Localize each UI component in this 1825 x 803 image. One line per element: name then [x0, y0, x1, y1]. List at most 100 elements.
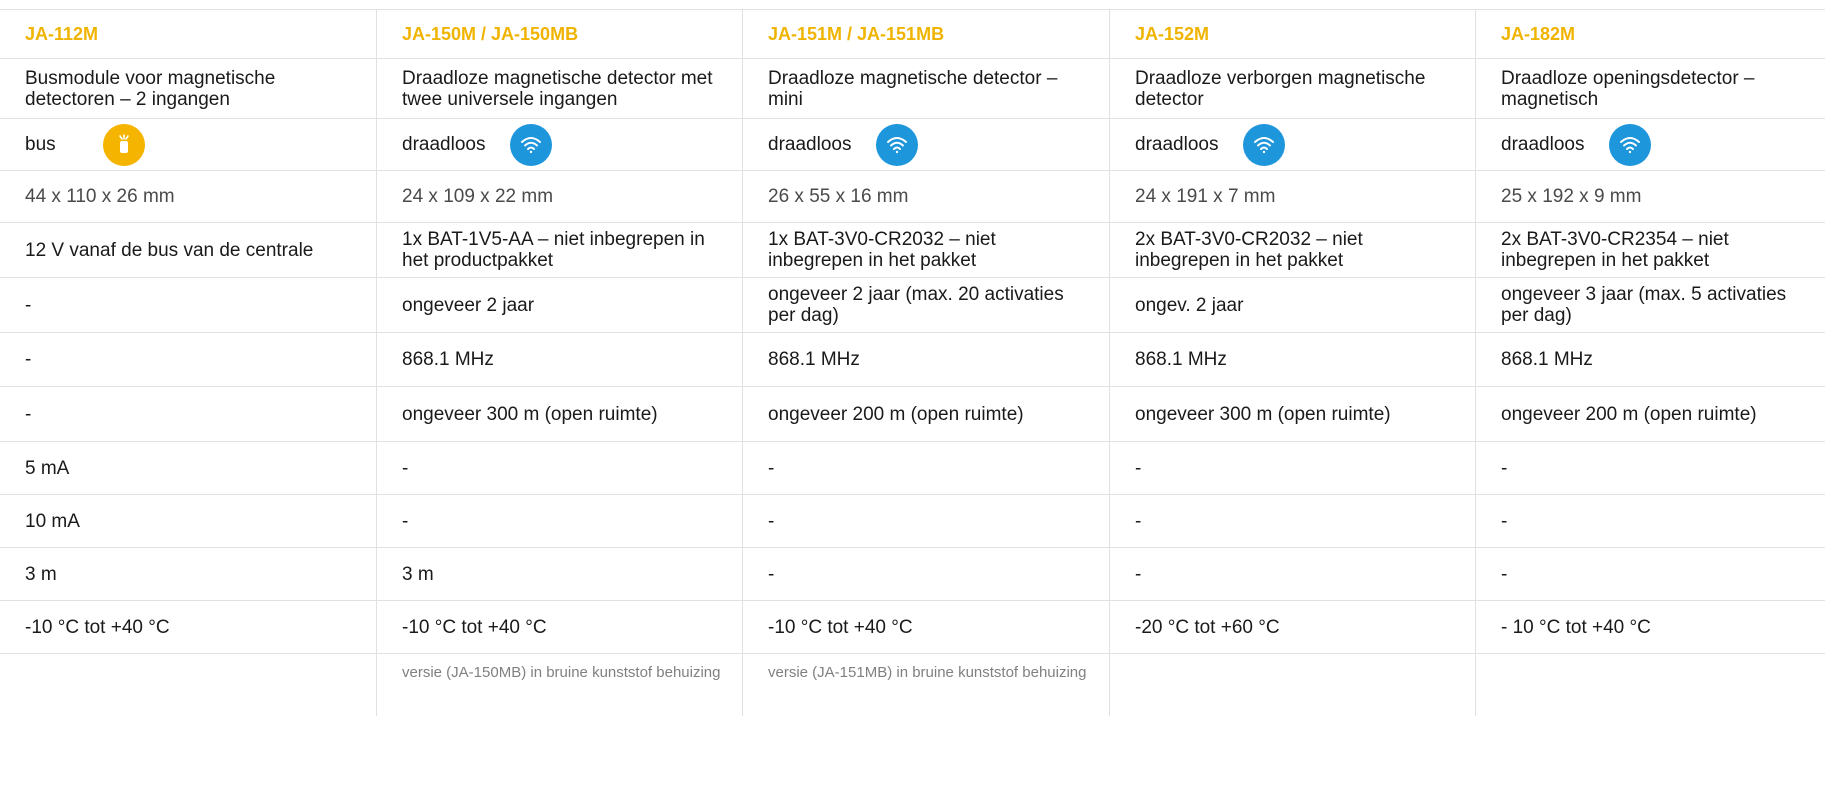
variant-note-cell [0, 654, 376, 716]
operating-temperature-cell: -10 °C tot +40 °C [376, 601, 742, 653]
battery-life-text: ongev. 2 jaar [1135, 294, 1244, 316]
product-description-text: Busmodule voor magnetische detectoren – … [25, 67, 276, 110]
battery-life-cell: ongev. 2 jaar [1109, 278, 1475, 332]
connection-type-label: draadloos [1501, 134, 1585, 155]
variant-note-text: versie (JA-151MB) in bruine kunststof be… [768, 664, 1087, 681]
wifi-icon [1243, 123, 1285, 166]
dimensions-cell: 44 x 110 x 26 mm [0, 171, 376, 222]
operating-temperature-cell: -20 °C tot +60 °C [1109, 601, 1475, 653]
connection-type-cell: bus [0, 119, 376, 170]
range-cell: ongeveer 200 m (open ruimte) [1475, 387, 1825, 441]
product-description-text: Draadloze openingsdetector – magnetisch [1501, 67, 1755, 110]
range-cell: ongeveer 300 m (open ruimte) [376, 387, 742, 441]
frequency-cell: 868.1 MHz [1475, 333, 1825, 386]
product-description-text: Draadloze verborgen magnetische detector [1135, 67, 1426, 110]
power-supply-cell: 2x BAT-3V0-CR2354 – niet inbegrepen in h… [1475, 223, 1825, 277]
bus-icon [103, 123, 145, 166]
frequency-text: 868.1 MHz [1135, 349, 1227, 370]
power-supply-text: 1x BAT-1V5-AA – niet inbegrepen in het p… [402, 229, 705, 271]
current-standby-text: - [1135, 457, 1142, 479]
frequency-cell: 868.1 MHz [1109, 333, 1475, 386]
connection-type-label: bus [25, 134, 56, 155]
dimensions-cell: 25 x 192 x 9 mm [1475, 171, 1825, 222]
dimensions-cell: 24 x 109 x 22 mm [376, 171, 742, 222]
current-max-cell: - [1475, 495, 1825, 547]
frequency-text: 868.1 MHz [768, 349, 860, 370]
range-text: - [25, 403, 32, 425]
power-supply-cell: 2x BAT-3V0-CR2032 – niet inbegrepen in h… [1109, 223, 1475, 277]
model-heading-cell: JA-182M [1475, 10, 1825, 58]
battery-life-cell: ongeveer 2 jaar (max. 20 activaties per … [742, 278, 1109, 332]
battery-life-cell: ongeveer 3 jaar (max. 5 activaties per d… [1475, 278, 1825, 332]
current-standby-row: 5 mA - - - - [0, 441, 1825, 494]
model-heading-text: JA-151M / JA-151MB [768, 23, 945, 44]
cable-length-row: 3 m 3 m - - - [0, 547, 1825, 600]
current-max-text: - [402, 510, 409, 532]
connection-type-cell: draadloos [1475, 119, 1825, 170]
cable-length-text: 3 m [402, 563, 434, 585]
current-standby-cell: 5 mA [0, 442, 376, 494]
current-max-text: 10 mA [25, 510, 80, 532]
range-text: ongeveer 200 m (open ruimte) [768, 403, 1024, 425]
dimensions-text: 24 x 191 x 7 mm [1135, 186, 1276, 207]
cable-length-cell: 3 m [376, 548, 742, 600]
dimensions-row: 44 x 110 x 26 mm 24 x 109 x 22 mm 26 x 55 … [0, 170, 1825, 222]
current-standby-cell: - [1475, 442, 1825, 494]
cable-length-text: 3 m [25, 563, 57, 585]
cable-length-text: - [768, 563, 775, 585]
model-heading-cell: JA-151M / JA-151MB [742, 10, 1109, 58]
battery-life-text: ongeveer 2 jaar (max. 20 activaties per … [768, 284, 1064, 326]
model-heading-text: JA-182M [1501, 23, 1576, 44]
dimensions-cell: 26 x 55 x 16 mm [742, 171, 1109, 222]
variant-note-row: versie (JA-150MB) in bruine kunststof be… [0, 653, 1825, 716]
range-text: ongeveer 300 m (open ruimte) [1135, 403, 1391, 425]
model-heading-text: JA-150M / JA-150MB [402, 23, 579, 44]
battery-life-row: - ongeveer 2 jaar ongeveer 2 jaar (max. 20… [0, 277, 1825, 332]
cable-length-text: - [1135, 563, 1142, 585]
connection-type-cell: draadloos [742, 119, 1109, 170]
current-standby-cell: - [1109, 442, 1475, 494]
cable-length-cell: - [1475, 548, 1825, 600]
operating-temperature-text: - 10 °C tot +40 °C [1501, 616, 1651, 638]
dimensions-text: 44 x 110 x 26 mm [25, 186, 175, 207]
product-description-row: Busmodule voor magnetische detectoren – … [0, 58, 1825, 118]
current-max-row: 10 mA - - - - [0, 494, 1825, 547]
current-standby-cell: - [376, 442, 742, 494]
wifi-icon [876, 123, 918, 166]
range-row: - ongeveer 300 m (open ruimte) ongeveer 20… [0, 386, 1825, 441]
current-standby-cell: - [742, 442, 1109, 494]
model-heading-cell: JA-150M / JA-150MB [376, 10, 742, 58]
current-standby-text: - [402, 457, 409, 479]
operating-temperature-cell: - 10 °C tot +40 °C [1475, 601, 1825, 653]
product-comparison-table: JA-112M JA-150M / JA-150MB JA-151M / JA-15… [0, 9, 1825, 716]
product-description-cell: Draadloze verborgen magnetische detector [1109, 59, 1475, 118]
connection-type-label: draadloos [768, 134, 852, 155]
product-description-text: Draadloze magnetische detector met twee … [402, 67, 713, 110]
variant-note-cell [1109, 654, 1475, 716]
power-supply-cell: 12 V vanaf de bus van de centrale [0, 223, 376, 277]
operating-temperature-text: -10 °C tot +40 °C [768, 616, 913, 638]
current-max-text: - [1501, 510, 1508, 532]
model-heading-text: JA-152M [1135, 23, 1210, 44]
battery-life-cell: - [0, 278, 376, 332]
power-supply-row: 12 V vanaf de bus van de centrale 1x BAT-… [0, 222, 1825, 277]
cable-length-cell: - [1109, 548, 1475, 600]
model-heading-text: JA-112M [25, 23, 99, 44]
power-supply-cell: 1x BAT-3V0-CR2032 – niet inbegrepen in h… [742, 223, 1109, 277]
battery-life-text: ongeveer 3 jaar (max. 5 activaties per d… [1501, 284, 1787, 326]
power-supply-text: 1x BAT-3V0-CR2032 – niet inbegrepen in h… [768, 229, 996, 271]
current-max-cell: 10 mA [0, 495, 376, 547]
cable-length-text: - [1501, 563, 1508, 585]
current-standby-text: - [1501, 457, 1508, 479]
power-supply-cell: 1x BAT-1V5-AA – niet inbegrepen in het p… [376, 223, 742, 277]
cable-length-cell: 3 m [0, 548, 376, 600]
connection-type-label: draadloos [1135, 134, 1219, 155]
operating-temperature-cell: -10 °C tot +40 °C [0, 601, 376, 653]
power-supply-text: 2x BAT-3V0-CR2354 – niet inbegrepen in h… [1501, 229, 1729, 271]
dimensions-text: 26 x 55 x 16 mm [768, 186, 909, 207]
model-heading-cell: JA-112M [0, 10, 376, 58]
dimensions-text: 24 x 109 x 22 mm [402, 186, 554, 207]
product-description-cell: Draadloze magnetische detector – mini [742, 59, 1109, 118]
range-text: ongeveer 300 m (open ruimte) [402, 403, 658, 425]
connection-type-label: draadloos [402, 134, 486, 155]
